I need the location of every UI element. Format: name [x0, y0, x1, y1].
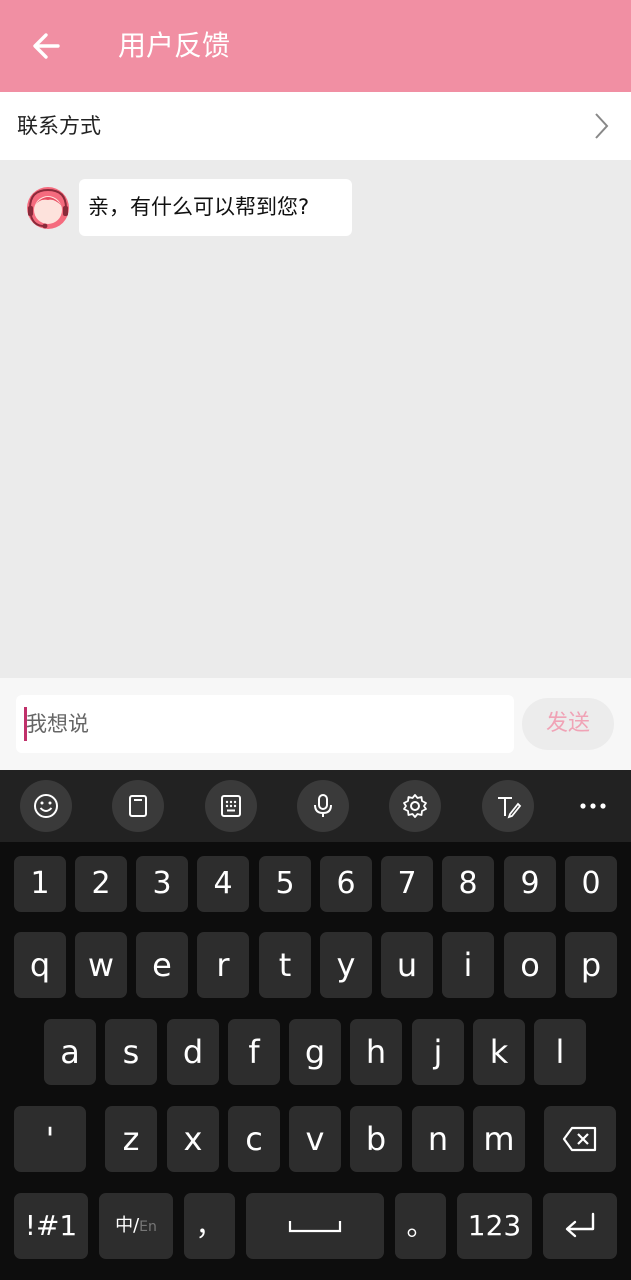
- key-3[interactable]: 3: [136, 856, 188, 912]
- key-u[interactable]: u: [381, 932, 433, 998]
- numeric-key[interactable]: 123: [457, 1193, 532, 1259]
- keypad-icon[interactable]: [205, 780, 257, 832]
- handwriting-icon[interactable]: [482, 780, 534, 832]
- key-g[interactable]: g: [289, 1019, 341, 1085]
- key-m[interactable]: m: [473, 1106, 525, 1172]
- key-9[interactable]: 9: [504, 856, 556, 912]
- key-y[interactable]: y: [320, 932, 372, 998]
- key-1[interactable]: 1: [14, 856, 66, 912]
- key-7[interactable]: 7: [381, 856, 433, 912]
- key-b[interactable]: b: [350, 1106, 402, 1172]
- key-c[interactable]: c: [228, 1106, 280, 1172]
- key-0[interactable]: 0: [565, 856, 617, 912]
- symbols-key[interactable]: !#1: [14, 1193, 88, 1259]
- contact-label: 联系方式: [17, 114, 101, 138]
- chat-message-bubble: 亲，有什么可以帮到您?: [79, 179, 352, 236]
- enter-key[interactable]: [543, 1193, 617, 1259]
- key-l[interactable]: l: [534, 1019, 586, 1085]
- key-r[interactable]: r: [197, 932, 249, 998]
- more-icon[interactable]: [572, 780, 614, 832]
- message-input[interactable]: 我想说: [16, 695, 514, 753]
- page-title: 用户反馈: [118, 29, 231, 62]
- key-w[interactable]: w: [75, 932, 127, 998]
- send-button[interactable]: 发送: [522, 698, 614, 750]
- comma-key[interactable]: ，: [184, 1193, 235, 1259]
- key-5[interactable]: 5: [259, 856, 311, 912]
- key-4[interactable]: 4: [197, 856, 249, 912]
- key-a[interactable]: a: [44, 1019, 96, 1085]
- period-key[interactable]: 。: [395, 1193, 446, 1259]
- key-i[interactable]: i: [442, 932, 494, 998]
- key-v[interactable]: v: [289, 1106, 341, 1172]
- key-x[interactable]: x: [167, 1106, 219, 1172]
- chevron-right-icon: [590, 112, 612, 140]
- key-s[interactable]: s: [105, 1019, 157, 1085]
- space-key[interactable]: [246, 1193, 384, 1259]
- key-6[interactable]: 6: [320, 856, 372, 912]
- key-j[interactable]: j: [412, 1019, 464, 1085]
- emoji-icon[interactable]: [20, 780, 72, 832]
- key-e[interactable]: e: [136, 932, 188, 998]
- backspace-key[interactable]: [544, 1106, 616, 1172]
- key-k[interactable]: k: [473, 1019, 525, 1085]
- key-o[interactable]: o: [504, 932, 556, 998]
- key-p[interactable]: p: [565, 932, 617, 998]
- key-2[interactable]: 2: [75, 856, 127, 912]
- contact-row[interactable]: 联系方式: [0, 92, 631, 160]
- key-t[interactable]: t: [259, 932, 311, 998]
- settings-icon[interactable]: [389, 780, 441, 832]
- app-header: [0, 0, 631, 92]
- key-8[interactable]: 8: [442, 856, 494, 912]
- language-sub-label: En: [139, 1219, 157, 1235]
- key-q[interactable]: q: [14, 932, 66, 998]
- language-main-label: 中/: [115, 1215, 140, 1236]
- key-n[interactable]: n: [412, 1106, 464, 1172]
- microphone-icon[interactable]: [297, 780, 349, 832]
- key-h[interactable]: h: [350, 1019, 402, 1085]
- key-apostrophe[interactable]: ': [14, 1106, 86, 1172]
- back-arrow-icon[interactable]: [28, 26, 68, 66]
- key-f[interactable]: f: [228, 1019, 280, 1085]
- language-switch-key[interactable]: 中/En: [99, 1193, 173, 1259]
- key-d[interactable]: d: [167, 1019, 219, 1085]
- support-agent-avatar: [24, 184, 72, 232]
- text-cursor: [24, 707, 27, 741]
- clipboard-icon[interactable]: [112, 780, 164, 832]
- key-z[interactable]: z: [105, 1106, 157, 1172]
